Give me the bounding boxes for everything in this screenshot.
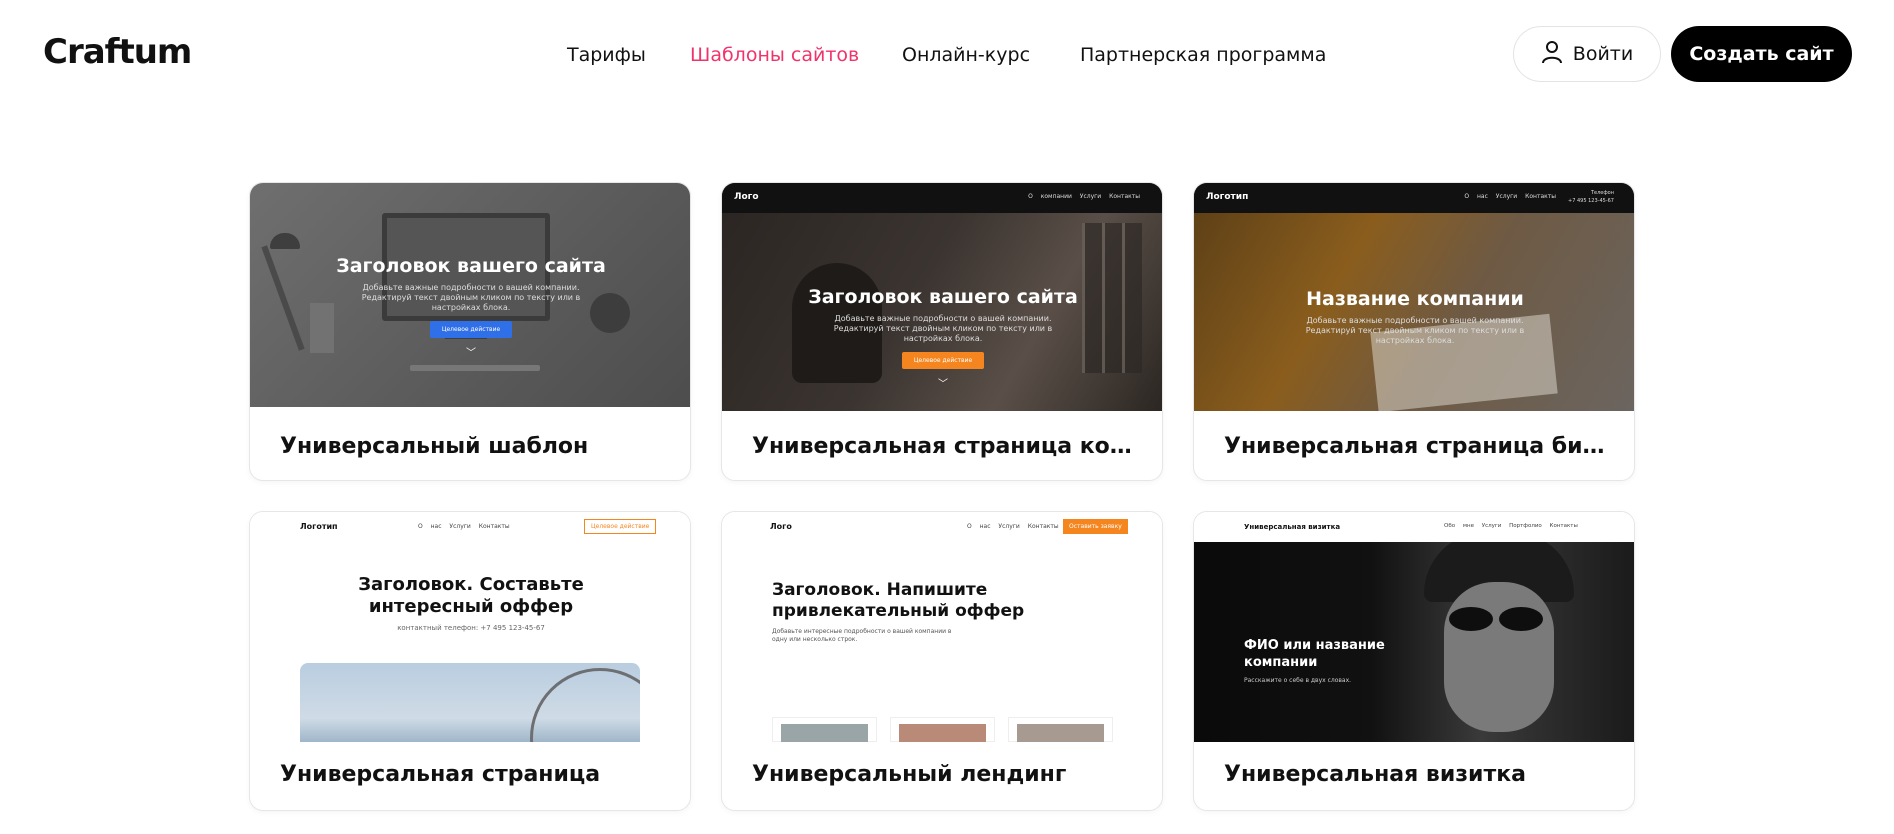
preview-hero-subtitle: контактный телефон: +7 495 123-45-67: [397, 624, 545, 632]
preview-links: О компании Услуги Контакты: [1028, 193, 1140, 200]
preview-links: О нас Услуги Контакты: [1464, 193, 1556, 200]
template-card-universal-landing[interactable]: Лого О нас Услуги Контакты Оставить заяв…: [721, 511, 1163, 811]
preview-logo: Лого: [734, 192, 759, 202]
login-button[interactable]: Войти: [1513, 26, 1661, 82]
template-card-universal-page[interactable]: Логотип О нас Услуги Контакты Целевое де…: [249, 511, 691, 811]
login-label: Войти: [1572, 43, 1634, 65]
template-card-title: Универсальный шаблон: [280, 434, 589, 459]
preview-hero-subtitle: Добавьте важные подробности о вашей комп…: [1305, 316, 1525, 345]
user-icon: [1541, 40, 1563, 69]
chevron-down-icon: ﹀: [938, 379, 948, 390]
preview-cta: Целевое действие: [584, 519, 657, 534]
preview-links: О нас Услуги Контакты: [418, 523, 510, 530]
preview-hero-title: ФИО или название компании: [1244, 638, 1385, 670]
preview-hero-subtitle: Добавьте важные подробности о вашей комп…: [361, 283, 581, 312]
preview-logo: Универсальная визитка: [1244, 523, 1341, 531]
preview-hero-title: Заголовок. Напишите привлекательный оффе…: [772, 580, 1025, 621]
chevron-down-icon: ﹀: [466, 348, 476, 359]
preview-hero-title: Заголовок. Составьте интересный оффер: [358, 574, 584, 617]
preview-topbar: Лого О компании Услуги Контакты: [722, 183, 1162, 213]
nav-item-templates[interactable]: Шаблоны сайтов: [690, 44, 859, 66]
template-card-title: Универсальная визитка: [1224, 762, 1526, 787]
preview-hero-subtitle: Расскажите о себе в двух словах.: [1244, 677, 1352, 684]
template-card-universal[interactable]: Заголовок вашего сайта Добавьте важные п…: [249, 182, 691, 481]
preview-hero-subtitle: Добавьте важные подробности о вашей комп…: [833, 314, 1053, 343]
template-card-business-card[interactable]: Универсальная визитка Обо мне Услуги Пор…: [1193, 511, 1635, 811]
preview-topbar: Логотип О нас Услуги Контакты Телефон +7…: [1194, 183, 1634, 213]
create-site-button[interactable]: Создать сайт: [1671, 26, 1852, 82]
preview-cta: Целевое действие: [429, 321, 513, 338]
nav-item-partner-program[interactable]: Партнерская программа: [1080, 44, 1326, 66]
preview-logo: Лого: [770, 522, 792, 531]
preview-links: Обо мне Услуги Портфолио Контакты: [1444, 523, 1578, 529]
template-preview: Лого О компании Услуги Контакты Заголово…: [722, 183, 1162, 411]
preview-cta: Целевое действие: [901, 352, 985, 369]
preview-hero-subtitle: Добавьте интересные подробности о вашей …: [772, 628, 952, 643]
template-preview: Заголовок вашего сайта Добавьте важные п…: [250, 183, 690, 407]
nav-item-online-course[interactable]: Онлайн-курс: [902, 44, 1030, 66]
template-card-title: Универсальная страница: [280, 762, 601, 787]
preview-hero-title: Заголовок вашего сайта: [808, 286, 1078, 308]
template-preview: Логотип О нас Услуги Контакты Телефон +7…: [1194, 183, 1634, 411]
preview-cta: Оставить заявку: [1063, 519, 1128, 534]
preview-phone-label: Телефон: [1590, 190, 1614, 196]
template-card-title: Универсальная страница бизнеса: [1224, 434, 1614, 459]
template-preview: Логотип О нас Услуги Контакты Целевое де…: [250, 512, 690, 742]
preview-phone: +7 495 123-45-67: [1568, 198, 1614, 204]
nav-item-pricing[interactable]: Тарифы: [567, 44, 646, 66]
template-card-business-page[interactable]: Логотип О нас Услуги Контакты Телефон +7…: [1193, 182, 1635, 481]
template-preview: Универсальная визитка Обо мне Услуги Пор…: [1194, 512, 1634, 742]
preview-hero-title: Название компании: [1306, 288, 1524, 310]
preview-logo: Логотип: [300, 522, 338, 531]
template-preview: Лого О нас Услуги Контакты Оставить заяв…: [722, 512, 1162, 742]
preview-links: О нас Услуги Контакты: [967, 523, 1059, 530]
template-card-title: Универсальная страница компан…: [752, 434, 1142, 459]
preview-logo: Логотип: [1206, 192, 1249, 202]
template-card-title: Универсальный лендинг: [752, 762, 1067, 787]
template-card-company-page[interactable]: Лого О компании Услуги Контакты Заголово…: [721, 182, 1163, 481]
preview-hero-title: Заголовок вашего сайта: [336, 255, 606, 277]
